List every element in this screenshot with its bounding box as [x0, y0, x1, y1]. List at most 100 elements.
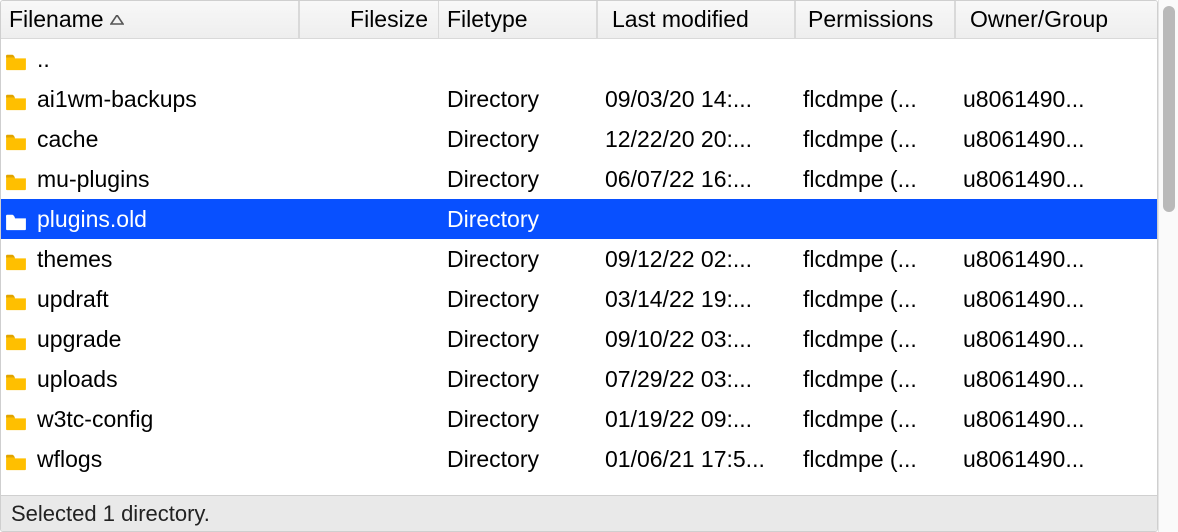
filename-text: cache [37, 126, 98, 153]
cell-filetype: Directory [439, 242, 597, 277]
file-row[interactable]: ai1wm-backups Directory09/03/20 14:...flc… [1, 79, 1157, 119]
cell-modified: 09/12/22 02:... [597, 242, 795, 277]
cell-modified [597, 215, 795, 223]
scrollbar-track[interactable] [1158, 0, 1178, 532]
folder-icon [5, 290, 27, 308]
cell-filesize [299, 175, 439, 183]
header-filesize-label: Filesize [350, 6, 428, 33]
cell-filetype: Directory [439, 362, 597, 397]
cell-modified [597, 55, 795, 63]
cell-filetype [439, 55, 597, 63]
file-row[interactable]: cacheDirectory12/22/20 20:...flcdmpe (..… [1, 119, 1157, 159]
file-row[interactable]: uploads Directory07/29/22 03:...flcdmpe (… [1, 359, 1157, 399]
cell-filesize [299, 55, 439, 63]
header-modified[interactable]: Last modified [597, 0, 795, 39]
header-permissions[interactable]: Permissions [795, 0, 955, 39]
cell-filesize [299, 415, 439, 423]
file-row[interactable]: plugins.old Directory [1, 199, 1157, 239]
folder-icon [5, 250, 27, 268]
filename-text: w3tc-config [37, 406, 153, 433]
folder-icon [5, 370, 27, 388]
filename-text: themes [37, 246, 112, 273]
cell-owner: u8061490... [955, 442, 1157, 477]
scrollbar-thumb[interactable] [1163, 6, 1175, 212]
file-list[interactable]: ..ai1wm-backupsDirectory09/03/20 14:...f… [1, 39, 1157, 495]
cell-filesize [299, 215, 439, 223]
cell-permissions: flcdmpe (... [795, 322, 955, 357]
cell-filetype: Directory [439, 402, 597, 437]
cell-modified: 03/14/22 19:... [597, 282, 795, 317]
cell-permissions [795, 215, 955, 223]
file-row[interactable]: mu-plugins Directory06/07/22 16:...flcdmp… [1, 159, 1157, 199]
header-owner-label: Owner/Group [970, 6, 1108, 33]
cell-filename: themes [1, 242, 299, 277]
cell-filesize [299, 95, 439, 103]
cell-owner: u8061490... [955, 402, 1157, 437]
cell-permissions: flcdmpe (... [795, 362, 955, 397]
cell-filetype: Directory [439, 82, 597, 117]
sort-ascending-icon [110, 15, 124, 25]
cell-filename: .. [1, 42, 299, 77]
cell-owner [955, 55, 1157, 63]
cell-filename: wflogs [1, 442, 299, 477]
cell-modified: 12/22/20 20:... [597, 122, 795, 157]
cell-owner: u8061490... [955, 362, 1157, 397]
cell-filename: uploads [1, 362, 299, 397]
file-row[interactable]: wflogsDirectory01/06/21 17:5...flcdmpe (… [1, 439, 1157, 479]
cell-filetype: Directory [439, 162, 597, 197]
file-row[interactable]: w3tc-config Directory01/19/22 09:...flcdm… [1, 399, 1157, 439]
cell-filesize [299, 135, 439, 143]
status-bar: Selected 1 directory. [1, 495, 1157, 531]
cell-permissions: flcdmpe (... [795, 82, 955, 117]
cell-permissions: flcdmpe (... [795, 122, 955, 157]
cell-modified: 09/10/22 03:... [597, 322, 795, 357]
folder-icon [5, 210, 27, 228]
header-owner[interactable]: Owner/Group [955, 0, 1157, 39]
header-filename[interactable]: Filename [1, 0, 299, 39]
cell-filetype: Directory [439, 282, 597, 317]
folder-icon [5, 330, 27, 348]
cell-owner: u8061490... [955, 322, 1157, 357]
filename-text: upgrade [37, 326, 121, 353]
cell-filesize [299, 335, 439, 343]
cell-modified: 07/29/22 03:... [597, 362, 795, 397]
header-filesize[interactable]: Filesize [299, 0, 439, 39]
filename-text: mu-plugins [37, 166, 150, 193]
cell-permissions: flcdmpe (... [795, 242, 955, 277]
cell-filetype: Directory [439, 442, 597, 477]
header-permissions-label: Permissions [808, 6, 933, 33]
folder-icon [5, 450, 27, 468]
cell-filename: plugins.old [1, 202, 299, 237]
cell-permissions: flcdmpe (... [795, 282, 955, 317]
cell-owner: u8061490... [955, 282, 1157, 317]
file-row[interactable]: updraft Directory03/14/22 19:...flcdmpe (… [1, 279, 1157, 319]
cell-filename: cache [1, 122, 299, 157]
cell-filesize [299, 255, 439, 263]
file-browser: Filename Filesize Filetype Last modified… [0, 0, 1178, 532]
cell-filename: w3tc-config [1, 402, 299, 437]
cell-modified: 09/03/20 14:... [597, 82, 795, 117]
folder-icon [5, 410, 27, 428]
filename-text: updraft [37, 286, 109, 313]
parent-directory-row[interactable]: .. [1, 39, 1157, 79]
filename-text: ai1wm-backups [37, 86, 197, 113]
status-text: Selected 1 directory. [11, 501, 210, 527]
cell-filetype: Directory [439, 202, 597, 237]
header-filetype[interactable]: Filetype [439, 0, 597, 39]
cell-owner [955, 215, 1157, 223]
cell-filesize [299, 375, 439, 383]
cell-filetype: Directory [439, 322, 597, 357]
cell-modified: 01/19/22 09:... [597, 402, 795, 437]
file-panel: Filename Filesize Filetype Last modified… [0, 0, 1158, 532]
cell-modified: 06/07/22 16:... [597, 162, 795, 197]
cell-filesize [299, 295, 439, 303]
filename-text: plugins.old [37, 206, 147, 233]
cell-owner: u8061490... [955, 82, 1157, 117]
file-row[interactable]: themes Directory09/12/22 02:...flcdmpe (.… [1, 239, 1157, 279]
header-modified-label: Last modified [612, 6, 749, 33]
cell-filename: upgrade [1, 322, 299, 357]
filename-text: wflogs [37, 446, 102, 473]
cell-permissions: flcdmpe (... [795, 402, 955, 437]
cell-permissions: flcdmpe (... [795, 162, 955, 197]
file-row[interactable]: upgrade Directory09/10/22 03:...flcdmpe (… [1, 319, 1157, 359]
